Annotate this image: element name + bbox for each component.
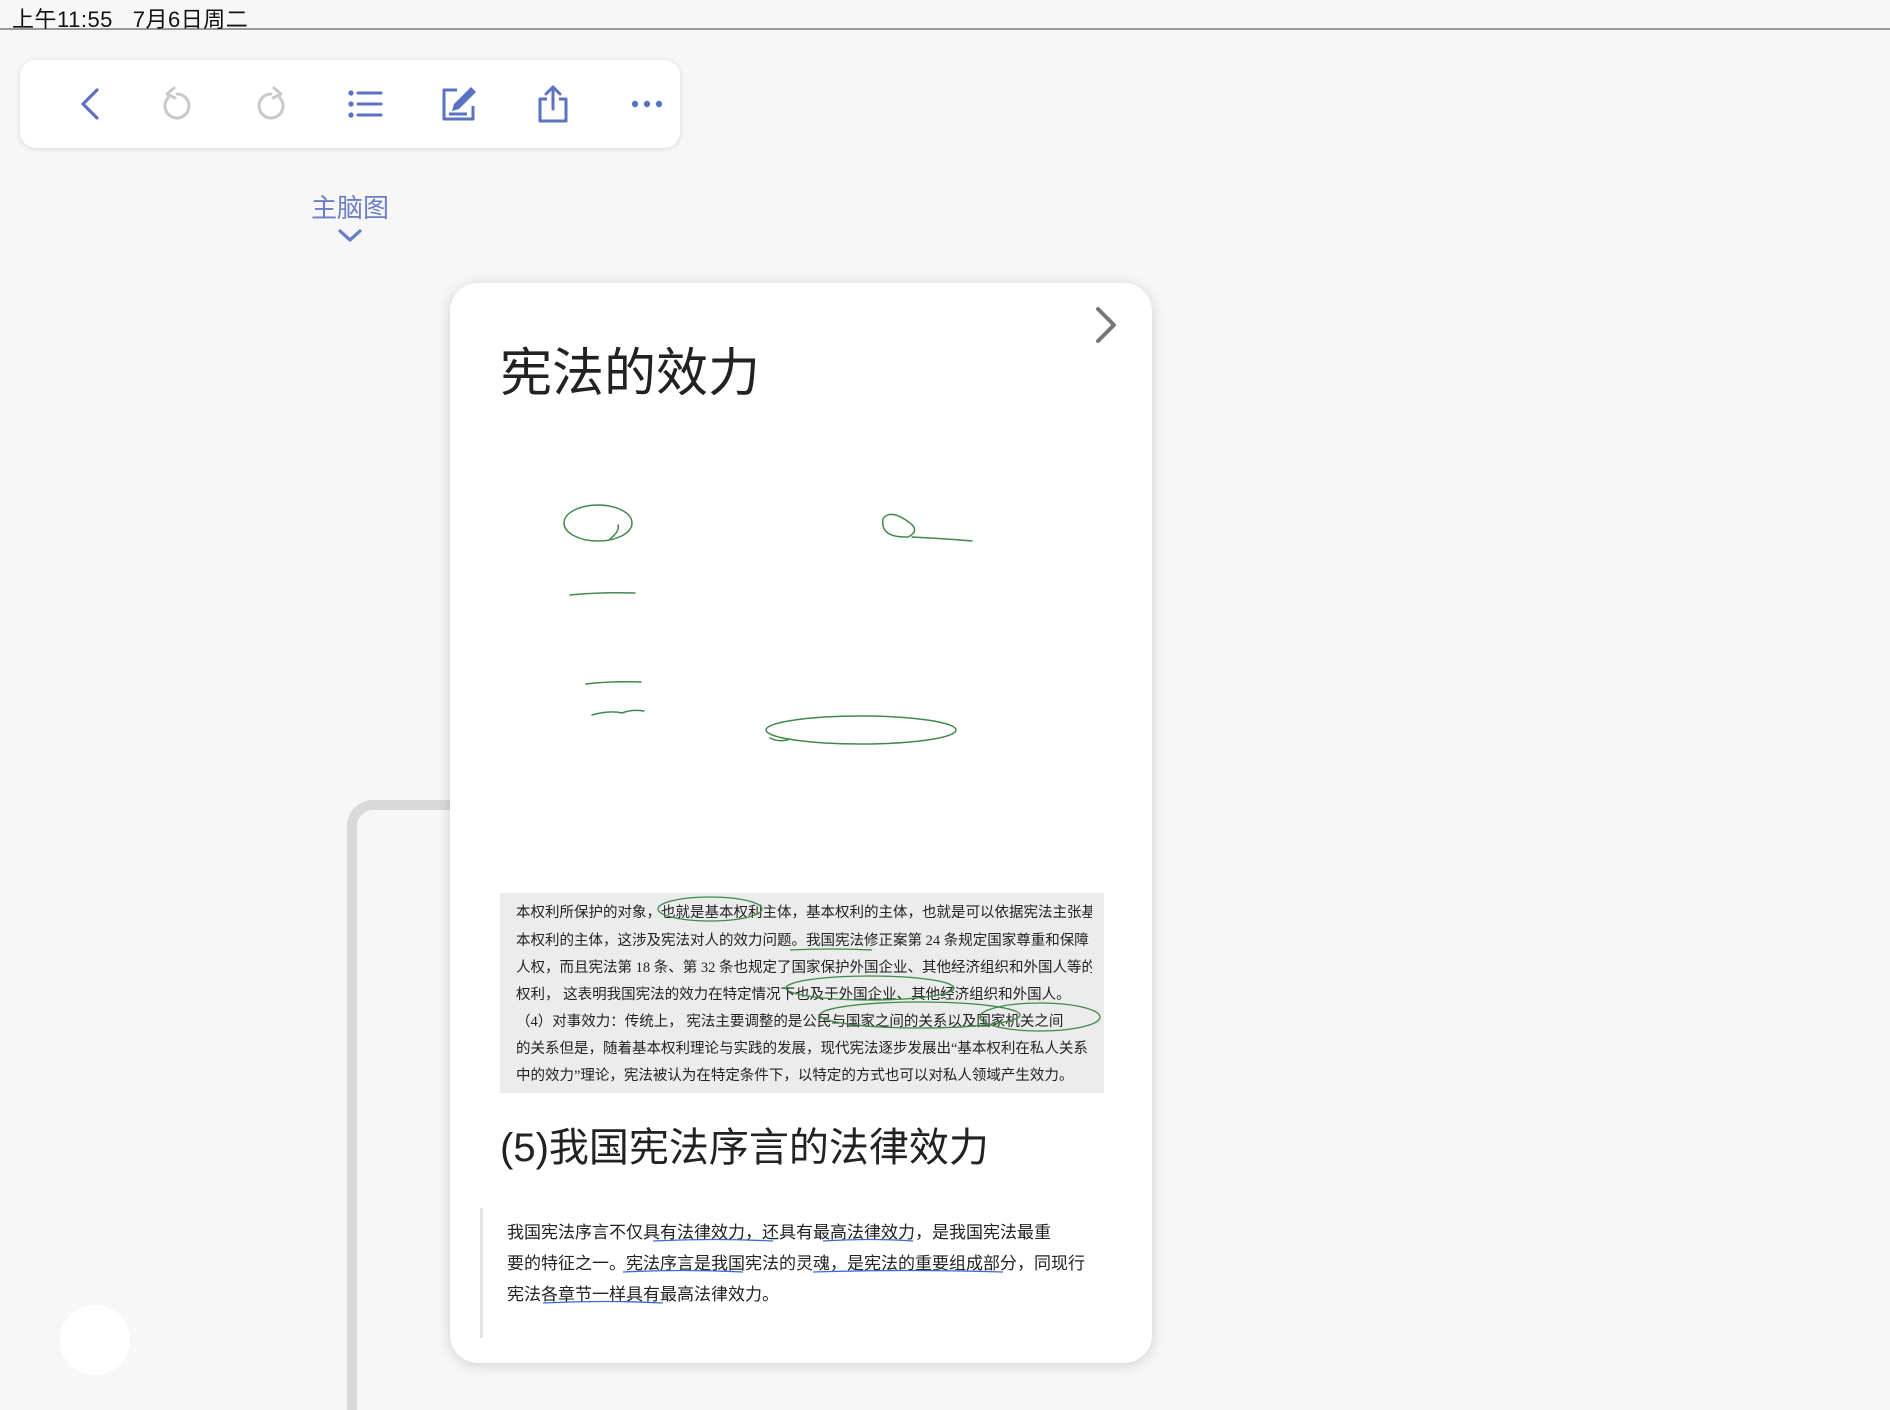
more-icon — [631, 100, 663, 108]
ink-stroke — [911, 536, 973, 542]
toolbar — [20, 60, 680, 148]
back-button[interactable] — [62, 74, 122, 134]
ink-oval — [765, 715, 957, 745]
undo-icon — [163, 86, 191, 120]
status-bar: 上午11:55 7月6日周二 — [0, 0, 1890, 32]
undo-button[interactable] — [147, 74, 207, 134]
ink-stroke — [609, 524, 620, 540]
share-icon — [538, 85, 568, 123]
main-mind-map-link[interactable]: 主脑图 — [290, 188, 410, 245]
ink-circle — [881, 513, 916, 538]
floating-action-partial[interactable] — [60, 1305, 130, 1375]
outline-button[interactable] — [335, 74, 395, 134]
section-title: (5)我国宪法序言的法律效力 — [500, 1126, 989, 1170]
redo-icon — [257, 86, 285, 120]
ink-stroke — [591, 709, 645, 716]
scan-annotations — [657, 896, 1101, 1032]
main-mind-map-label: 主脑图 — [310, 193, 389, 223]
edit-button[interactable] — [429, 74, 489, 134]
quote-excerpt: 我国宪法序言不仅具有法律效力，还具有最高法律效力，是我国宪法最重 要的特征之一。… — [480, 1208, 1107, 1338]
ink-stroke — [569, 592, 636, 596]
ink-stroke — [585, 681, 642, 685]
share-button[interactable] — [523, 74, 583, 134]
more-button[interactable] — [617, 74, 677, 134]
note-card: 宪法的效力 本权利所保护的对象，也就是基本权利主体，基本权利的主体，也就是可以依… — [450, 283, 1152, 1363]
quote-underlines — [542, 1238, 1004, 1304]
back-icon — [81, 88, 99, 120]
status-datetime: 上午11:55 7月6日周二 — [12, 7, 249, 32]
redo-button[interactable] — [241, 74, 301, 134]
edit-icon — [442, 87, 476, 121]
scanned-text-image: 本权利所保护的对象，也就是基本权利主体，基本权利的主体，也就是可以依据宪法主张基… — [500, 893, 1104, 1093]
chevron-down-icon — [338, 229, 362, 242]
outline-list-icon — [348, 90, 383, 118]
ink-circle — [563, 504, 633, 542]
handwriting-ink-area — [563, 504, 973, 745]
